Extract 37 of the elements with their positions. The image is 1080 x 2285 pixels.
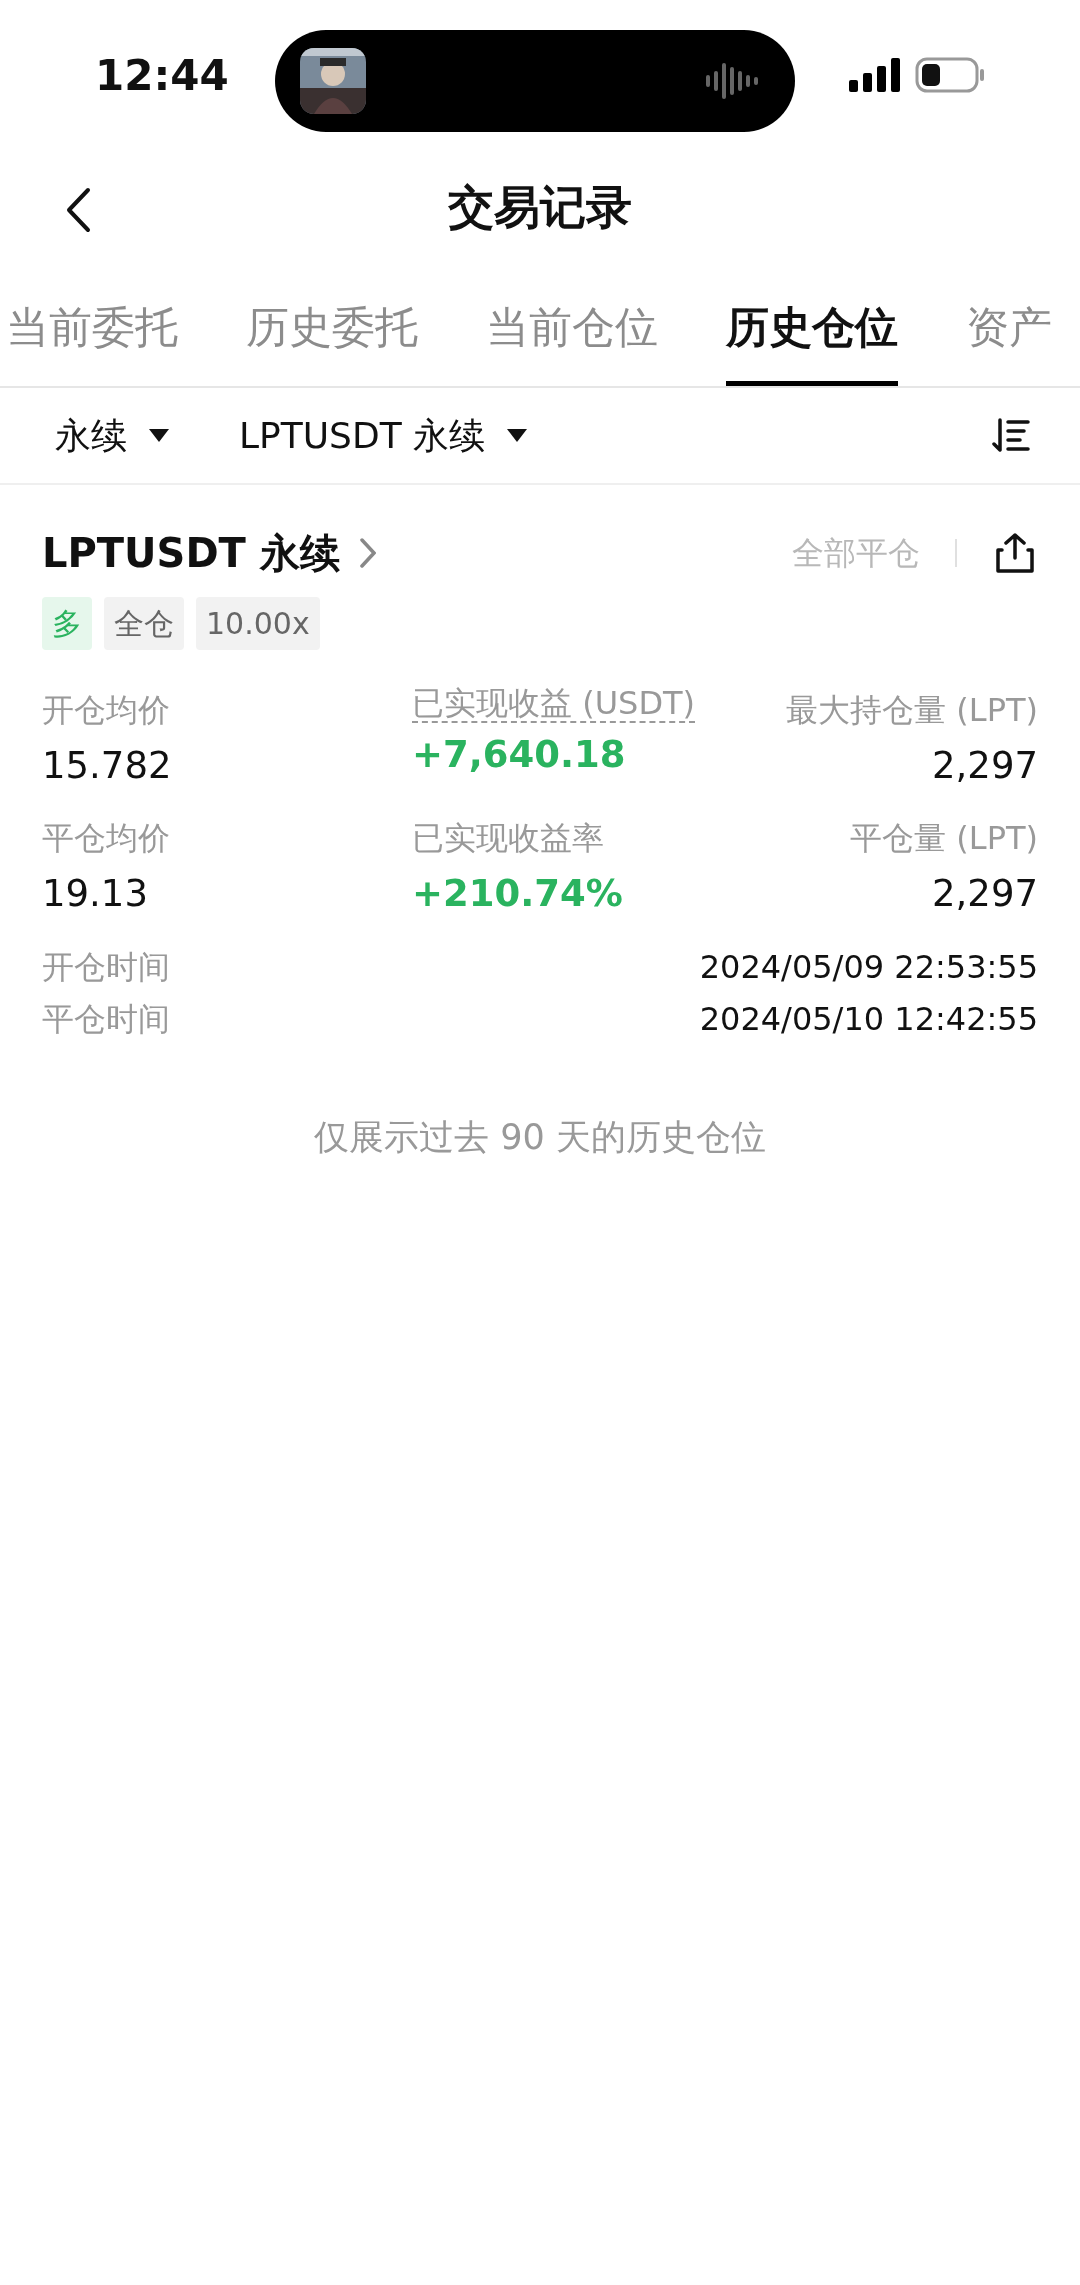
tab[interactable]: 当前委托: [6, 294, 178, 386]
waveform-icon: [704, 61, 760, 101]
stat-label: 平仓量 (LPT): [850, 817, 1038, 859]
caret-icon: [507, 428, 528, 443]
tab[interactable]: 历史委托: [246, 294, 418, 386]
stat-value: +210.74%: [412, 870, 623, 917]
close-all-button[interactable]: 全部平仓: [792, 529, 920, 577]
stat-label: 最大持仓量 (LPT): [786, 690, 1038, 731]
time-value: 2024/05/09 22:53:55: [699, 947, 1038, 988]
signal-icon: [849, 58, 901, 92]
tab[interactable]: 当前仓位: [486, 294, 658, 386]
clock: 12:44: [95, 49, 229, 102]
filter-dropdown[interactable]: 永续: [55, 408, 169, 463]
stat-value: +7,640.18: [412, 732, 626, 779]
page-title: 交易记录: [448, 179, 632, 236]
time-value: 2024/05/10 12:42:55: [699, 999, 1038, 1040]
stat-value: 2,297: [932, 870, 1038, 917]
stat-label: 开仓均价: [42, 690, 170, 731]
stat-label: 平仓均价: [42, 817, 170, 859]
stat-value: 2,297: [932, 743, 1038, 789]
battery-icon: [915, 57, 985, 93]
caret-icon: [149, 428, 169, 443]
tab[interactable]: 资产: [966, 294, 1052, 386]
filter-dropdown[interactable]: LPTUSDT 永续: [239, 408, 528, 463]
history-note: 仅展示过去 90 天的历史仓位: [314, 1116, 766, 1159]
time-label: 开仓时间: [42, 947, 170, 988]
time-label: 平仓时间: [42, 999, 170, 1040]
stat-label: 已实现收益率: [412, 817, 604, 859]
tag: 全仓: [104, 597, 184, 650]
stat-value: 15.782: [42, 743, 172, 789]
chevron-icon: [359, 538, 376, 568]
tab[interactable]: 历史仓位: [726, 294, 898, 386]
stat-value: 19.13: [42, 870, 148, 917]
tag: 多: [42, 597, 92, 650]
symbol-link[interactable]: LPTUSDT 永续: [42, 523, 376, 583]
stat-label: 已实现收益 (USDT): [412, 686, 696, 724]
tag: 10.00x: [196, 597, 320, 650]
